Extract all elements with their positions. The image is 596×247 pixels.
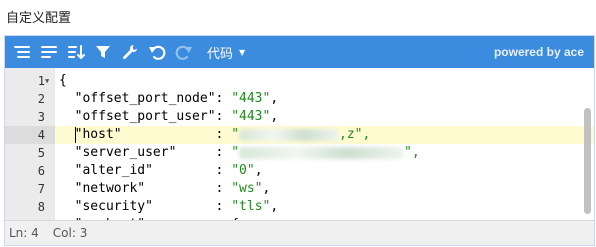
mode-dropdown[interactable]: 代码 ▼	[207, 43, 245, 62]
code-text: "network" : "ws",	[74, 181, 271, 196]
code-line[interactable]: 4 "host" : " ,z",	[5, 126, 594, 144]
code-line[interactable]: 5 "server_user" : " ",	[5, 144, 594, 162]
code-text: "alter_id" : "0",	[74, 163, 263, 178]
code-text: "security" : "tls",	[74, 199, 279, 214]
code-area[interactable]: 1 ▼{2 "offset_port_node": "443", 3 "offset…	[5, 68, 594, 220]
text-cursor	[75, 127, 76, 143]
code-text: "offset_port_node": "443",	[74, 91, 279, 106]
repair-icon	[123, 45, 138, 60]
format-icon	[14, 46, 30, 58]
line-number: 7	[37, 182, 45, 196]
page-title: 自定义配置	[6, 11, 72, 26]
vertical-scrollbar[interactable]	[584, 108, 591, 214]
fold-toggle-icon[interactable]: ▼	[45, 72, 49, 90]
status-bar: Ln: 4 Col: 3	[5, 220, 594, 245]
compact-button[interactable]	[36, 36, 62, 68]
cursor-line: Ln: 4	[9, 226, 39, 240]
format-button[interactable]	[9, 36, 35, 68]
powered-by-label: powered by ace	[493, 45, 584, 59]
line-number: 2	[37, 92, 45, 106]
sort-button[interactable]	[63, 36, 89, 68]
redo-button[interactable]	[171, 36, 197, 68]
compact-icon	[41, 46, 57, 58]
code-line[interactable]: 6 "alter_id" : "0",	[5, 162, 594, 180]
editor-toolbar: 代码 ▼ powered by ace	[5, 36, 594, 68]
line-number: 8	[37, 200, 45, 214]
code-text: {	[59, 73, 67, 88]
code-text: "offset_port_user": "443",	[74, 109, 279, 124]
redo-icon	[175, 45, 192, 60]
redacted-value	[239, 146, 405, 159]
undo-icon	[149, 45, 166, 60]
line-number: 6	[37, 164, 45, 178]
filter-icon	[96, 46, 110, 58]
mode-label: 代码	[207, 46, 234, 62]
filter-button[interactable]	[90, 36, 116, 68]
cursor-column: Col: 3	[52, 226, 88, 240]
json-editor: 代码 ▼ powered by ace 1 ▼{2 "offset_port_no…	[4, 35, 595, 246]
undo-button[interactable]	[144, 36, 170, 68]
code-line[interactable]: 8 "security" : "tls",	[5, 198, 594, 216]
line-number: 5	[37, 146, 45, 160]
code-text: "host" : " ,z",	[55, 126, 594, 144]
redacted-value	[239, 128, 340, 141]
line-number: 3	[37, 110, 45, 124]
code-line[interactable]: 1 ▼{	[5, 72, 594, 90]
code-line[interactable]: 2 "offset_port_node": "443",	[5, 90, 594, 108]
sort-icon	[68, 45, 85, 60]
caret-down-icon: ▼	[239, 47, 246, 57]
code-line[interactable]: 7 "network" : "ws",	[5, 180, 594, 198]
code-line[interactable]: 3 "offset_port_user": "443",	[5, 108, 594, 126]
line-number: 4	[5, 126, 55, 144]
code-text: "server_user" : " ",	[74, 145, 420, 160]
repair-button[interactable]	[117, 36, 143, 68]
